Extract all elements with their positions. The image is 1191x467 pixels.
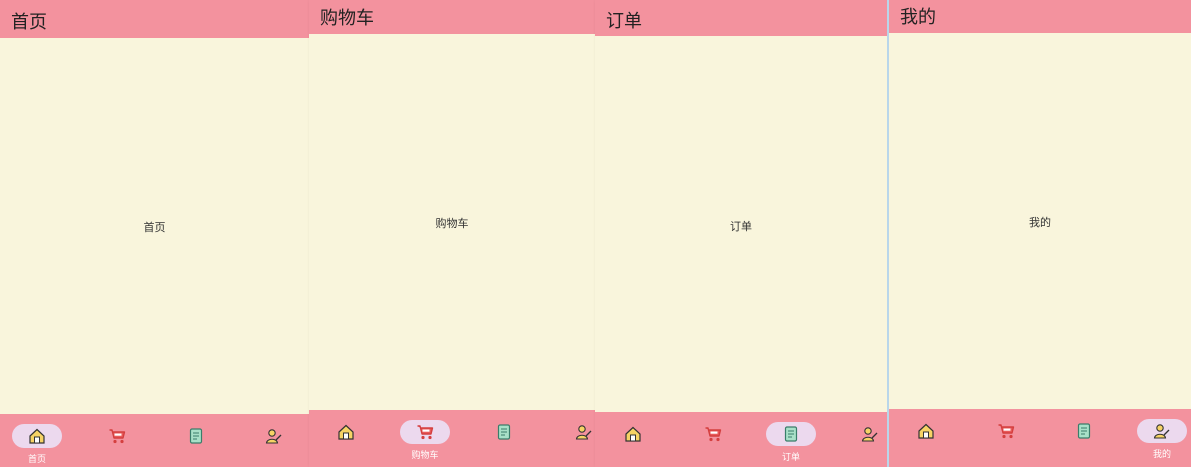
page-content-text: 首页	[143, 221, 166, 234]
page-content-text: 购物车	[435, 217, 469, 230]
home-icon	[337, 423, 355, 441]
cart-icon	[997, 422, 1015, 440]
bottom-navigation: 首页	[0, 414, 309, 467]
nav-item-home[interactable]	[608, 422, 658, 466]
screen-orders: 订单 订单 订单	[595, 0, 887, 467]
app-bar: 首页	[0, 0, 309, 38]
cart-icon	[108, 427, 126, 445]
nav-item-mine[interactable]: 我的	[1137, 419, 1187, 463]
nav-label-cart: 购物车	[411, 451, 439, 461]
bottom-navigation: 购物车	[309, 410, 595, 467]
home-icon	[28, 427, 46, 445]
profile-icon	[265, 427, 283, 445]
app-bar: 购物车	[309, 0, 595, 34]
screen-cart: 购物车 购物车 购物车	[309, 0, 595, 467]
cart-icon	[704, 425, 722, 443]
nav-label-orders: 订单	[781, 453, 800, 463]
page-title: 首页	[11, 12, 47, 33]
home-icon	[624, 425, 642, 443]
page-content-text: 我的	[1029, 216, 1051, 229]
order-list-icon	[187, 427, 205, 445]
nav-label-home: 首页	[27, 455, 46, 465]
bottom-navigation: 我的	[889, 409, 1191, 467]
nav-item-orders[interactable]	[171, 424, 221, 467]
page-title: 我的	[900, 7, 936, 28]
home-icon	[917, 422, 935, 440]
app-bar: 我的	[889, 0, 1191, 33]
screen-home: 首页 首页 首页	[0, 0, 309, 467]
nav-item-cart[interactable]	[92, 424, 142, 467]
nav-item-orders[interactable]	[479, 420, 529, 464]
bottom-navigation: 订单	[595, 412, 887, 467]
nav-item-mine[interactable]	[845, 422, 887, 466]
nav-item-home[interactable]: 首页	[12, 424, 62, 467]
profile-icon	[861, 425, 879, 443]
profile-icon	[575, 423, 593, 441]
nav-item-cart[interactable]: 购物车	[400, 420, 450, 464]
nav-item-cart[interactable]	[688, 422, 738, 466]
profile-icon	[1153, 422, 1171, 440]
cart-icon	[416, 423, 434, 441]
nav-item-home[interactable]	[321, 420, 371, 464]
page-content-text: 订单	[730, 220, 752, 233]
nav-item-orders[interactable]	[1059, 419, 1109, 463]
nav-item-orders[interactable]: 订单	[766, 422, 816, 466]
app-bar: 订单	[595, 0, 887, 36]
order-list-icon	[495, 423, 513, 441]
nav-label-mine: 我的	[1152, 450, 1171, 460]
order-list-icon	[1075, 422, 1093, 440]
nav-item-home[interactable]	[901, 419, 951, 463]
order-list-icon	[782, 425, 800, 443]
nav-item-mine[interactable]	[559, 420, 595, 464]
page-title: 购物车	[320, 8, 374, 29]
nav-item-mine[interactable]	[249, 424, 299, 467]
nav-item-cart[interactable]	[981, 419, 1031, 463]
screen-mine: 我的 我的 我的	[887, 0, 1191, 467]
page-title: 订单	[606, 11, 642, 32]
